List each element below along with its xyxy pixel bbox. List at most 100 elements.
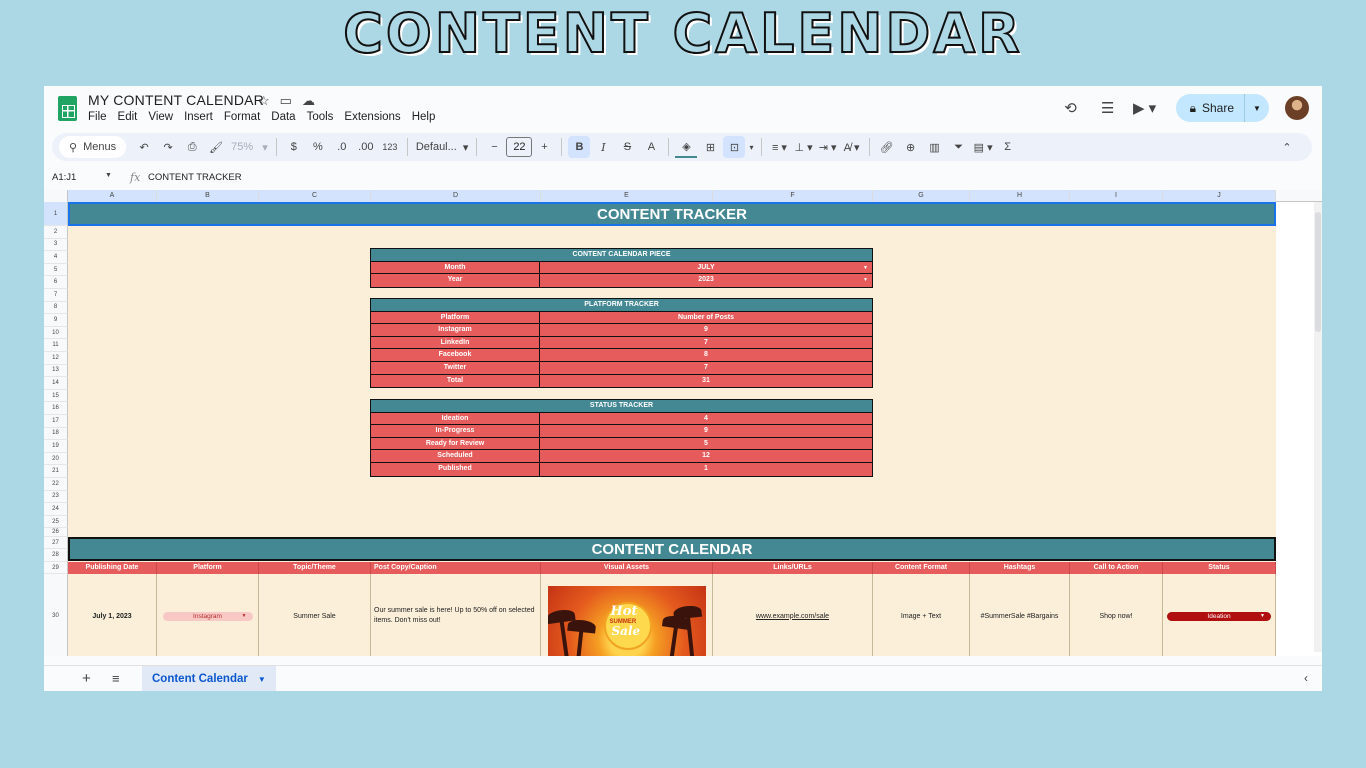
horizontal-align-icon[interactable]: ≡ ▾ — [768, 136, 790, 158]
calendar-piece-header[interactable]: CONTENT CALENDAR PIECE — [371, 249, 872, 262]
header-topic[interactable]: Topic/Theme — [259, 562, 371, 574]
link-url[interactable]: www.example.com/sale — [756, 613, 829, 620]
font-size-input[interactable]: 22 — [506, 137, 533, 157]
dropdown-arrow-icon[interactable]: ▼ — [863, 262, 868, 274]
italic-button[interactable]: I — [592, 136, 614, 158]
col-d[interactable]: D — [371, 190, 541, 202]
cell-platform[interactable]: Instagram ▼ — [157, 574, 259, 656]
formula-input[interactable]: CONTENT TRACKER — [148, 172, 242, 183]
comments-icon[interactable]: ☰ — [1094, 99, 1122, 117]
insert-chart-icon[interactable]: ▥ — [924, 136, 946, 158]
menu-data[interactable]: Data — [271, 111, 295, 123]
row-header-10[interactable]: 10 — [44, 326, 68, 340]
dropdown-arrow-icon[interactable]: ▼ — [1260, 612, 1265, 621]
header-visual-assets[interactable]: Visual Assets — [541, 562, 713, 574]
content-calendar-title[interactable]: CONTENT CALENDAR — [68, 537, 1276, 561]
table-cell[interactable]: 8 — [540, 349, 872, 361]
strikethrough-button[interactable]: S — [616, 136, 638, 158]
undo-icon[interactable]: ↶ — [133, 136, 155, 158]
sheet-tab-content-calendar[interactable]: Content Calendar ▼ — [142, 666, 276, 691]
share-dropdown-icon[interactable]: ▼ — [1245, 104, 1269, 113]
cell-format[interactable]: Image + Text — [873, 574, 970, 656]
month-select[interactable]: JULY ▼ — [540, 262, 872, 274]
cell-cta[interactable]: Shop now! — [1070, 574, 1163, 656]
row-header-9[interactable]: 9 — [44, 314, 68, 327]
select-all-corner[interactable] — [44, 190, 68, 202]
col-b[interactable]: B — [157, 190, 259, 202]
row-header-27[interactable]: 27 — [44, 537, 68, 549]
header-links[interactable]: Links/URLs — [713, 562, 873, 574]
table-cell[interactable]: Instagram — [371, 324, 540, 336]
col-a[interactable]: A — [68, 190, 157, 202]
row-header-22[interactable]: 22 — [44, 478, 68, 491]
cell-topic[interactable]: Summer Sale — [259, 574, 371, 656]
header-post-copy[interactable]: Post Copy/Caption — [371, 562, 541, 574]
search-menus-button[interactable]: ⚲ Menus — [59, 136, 127, 158]
table-cell[interactable]: Number of Posts — [540, 312, 872, 324]
col-c[interactable]: C — [259, 190, 371, 202]
name-box[interactable]: A1:J1 — [52, 172, 76, 183]
header-platform[interactable]: Platform — [157, 562, 259, 574]
percent-format-button[interactable]: % — [307, 136, 329, 158]
text-color-button[interactable]: A — [640, 136, 662, 158]
row-header-30[interactable]: 30 — [44, 574, 68, 656]
row-header-1[interactable]: 1 — [44, 202, 68, 226]
table-cell[interactable]: 4 — [540, 413, 872, 425]
month-label[interactable]: Month — [371, 261, 540, 274]
menu-view[interactable]: View — [148, 111, 173, 123]
row-header-14[interactable]: 14 — [44, 377, 68, 390]
merge-dropdown-icon[interactable]: ▾ — [747, 136, 755, 158]
cell-visual-assets[interactable]: Hot SUMMER Sale — [541, 574, 713, 656]
fill-color-icon[interactable]: ◈ — [675, 136, 698, 158]
header-cta[interactable]: Call to Action — [1070, 562, 1163, 574]
name-box-dropdown-icon[interactable]: ▼ — [105, 172, 112, 179]
cell-date[interactable]: July 1, 2023 — [68, 574, 157, 656]
filter-icon[interactable]: ⏷ — [948, 136, 970, 158]
row-header-19[interactable]: 19 — [44, 440, 68, 453]
header-status[interactable]: Status — [1163, 562, 1276, 574]
header-publishing-date[interactable]: Publishing Date — [68, 562, 157, 574]
functions-icon[interactable]: Σ — [997, 136, 1019, 158]
row-header-8[interactable]: 8 — [44, 301, 68, 315]
row-header-28[interactable]: 28 — [44, 549, 68, 562]
borders-icon[interactable]: ⊞ — [699, 136, 721, 158]
document-title[interactable]: MY CONTENT CALENDAR — [88, 92, 264, 108]
sheets-logo-icon[interactable] — [58, 96, 77, 121]
table-cell[interactable]: 7 — [540, 362, 872, 374]
year-label[interactable]: Year — [371, 274, 540, 287]
row-header-16[interactable]: 16 — [44, 402, 68, 415]
row-header-13[interactable]: 13 — [44, 364, 68, 378]
font-select[interactable]: Defaul... ▾ — [414, 136, 471, 158]
add-sheet-icon[interactable]: + — [82, 670, 91, 687]
row-header-25[interactable]: 25 — [44, 515, 68, 529]
filter-views-icon[interactable]: ▤ ▾ — [972, 136, 995, 158]
share-button[interactable]: 🔒︎ Share ▼ — [1175, 94, 1269, 122]
row-header-17[interactable]: 17 — [44, 415, 68, 428]
dropdown-arrow-icon[interactable]: ▼ — [863, 274, 868, 286]
col-e[interactable]: E — [541, 190, 713, 202]
row-header-4[interactable]: 4 — [44, 251, 68, 264]
row-header-12[interactable]: 12 — [44, 352, 68, 365]
header-hashtags[interactable]: Hashtags — [970, 562, 1070, 574]
collapse-toolbar-icon[interactable]: ⌃ — [1276, 136, 1298, 158]
table-cell[interactable]: Ready for Review — [371, 437, 540, 450]
meet-video-icon[interactable]: ▶ ▾ — [1131, 99, 1159, 117]
dropdown-arrow-icon[interactable]: ▼ — [242, 612, 247, 621]
increase-decimal-button[interactable]: .00 — [355, 136, 377, 158]
redo-icon[interactable]: ↷ — [157, 136, 179, 158]
col-f[interactable]: F — [713, 190, 873, 202]
table-cell[interactable]: Twitter — [371, 361, 540, 374]
insert-comment-icon[interactable]: ⊕ — [900, 136, 922, 158]
cell-hashtags[interactable]: #SummerSale #Bargains — [970, 574, 1070, 656]
font-size-increase-icon[interactable]: + — [533, 136, 555, 158]
col-h[interactable]: H — [970, 190, 1070, 202]
table-cell[interactable]: 12 — [540, 450, 872, 462]
row-header-21[interactable]: 21 — [44, 465, 68, 478]
menu-tools[interactable]: Tools — [307, 111, 334, 123]
all-sheets-icon[interactable]: ≡ — [112, 671, 120, 686]
col-i[interactable]: I — [1070, 190, 1163, 202]
text-rotation-icon[interactable]: A̸ ▾ — [841, 136, 863, 158]
row-header-5[interactable]: 5 — [44, 263, 68, 277]
status-tracker-header[interactable]: STATUS TRACKER — [371, 400, 872, 413]
col-j[interactable]: J — [1163, 190, 1276, 202]
